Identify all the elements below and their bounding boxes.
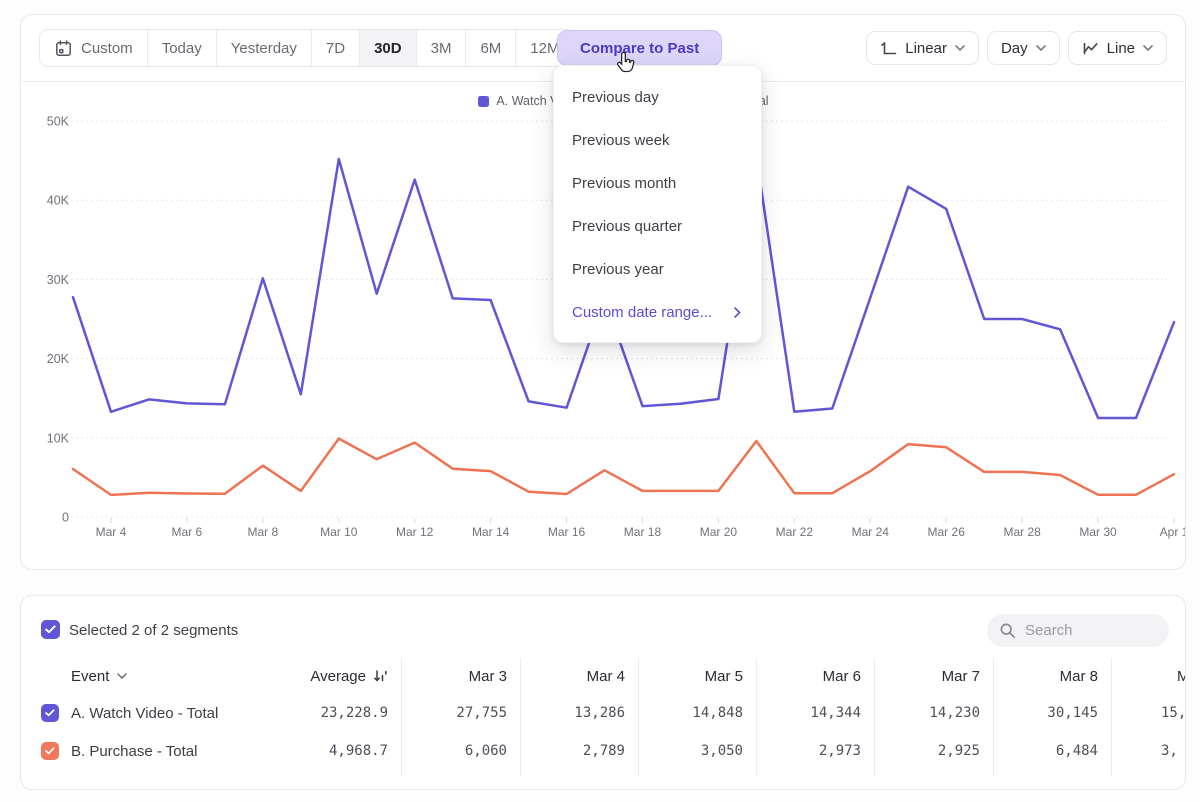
- menu-item-previous-year[interactable]: Previous year: [554, 248, 761, 291]
- column-header-mar-8[interactable]: Mar 8: [993, 668, 1111, 685]
- svg-text:Mar 16: Mar 16: [548, 525, 586, 539]
- check-icon: [45, 709, 55, 717]
- average-value: 23,228.9: [282, 705, 401, 721]
- compare-to-past-menu: Previous dayPrevious weekPrevious monthP…: [553, 65, 762, 343]
- value-cell: 13,286: [520, 705, 638, 721]
- svg-text:40K: 40K: [47, 194, 70, 208]
- column-header-average[interactable]: Average: [282, 668, 401, 685]
- column-separator: [638, 658, 639, 776]
- value-cell: 6,484: [993, 743, 1111, 759]
- svg-text:Mar 6: Mar 6: [172, 525, 203, 539]
- value-cell: 30,145: [993, 705, 1111, 721]
- svg-text:10K: 10K: [47, 431, 70, 445]
- svg-text:Mar 14: Mar 14: [472, 525, 510, 539]
- svg-text:20K: 20K: [47, 352, 70, 366]
- check-icon: [45, 747, 55, 755]
- check-icon: [45, 625, 56, 634]
- value-cell: 14,848: [638, 705, 756, 721]
- svg-text:Mar 4: Mar 4: [96, 525, 127, 539]
- segments-table-card: Selected 2 of 2 segments Event Average Mar…: [20, 595, 1186, 790]
- svg-text:Mar 18: Mar 18: [624, 525, 662, 539]
- value-cell: 6,060: [401, 743, 520, 759]
- svg-text:50K: 50K: [47, 115, 70, 129]
- value-cell: 14,230: [874, 705, 993, 721]
- svg-text:Mar 26: Mar 26: [928, 525, 966, 539]
- column-header-mar-4[interactable]: Mar 4: [520, 668, 638, 685]
- column-header-clipped: M: [1111, 668, 1186, 685]
- menu-item-previous-week[interactable]: Previous week: [554, 119, 761, 162]
- svg-text:Mar 12: Mar 12: [396, 525, 434, 539]
- chevron-down-icon: [117, 673, 127, 679]
- value-cell: 2,973: [756, 743, 874, 759]
- table-header-row: Event Average Mar 3Mar 4Mar 5Mar 6Mar 7Mar…: [21, 658, 1186, 694]
- analytics-dashboard: CustomTodayYesterday7D30D3M6M12M Compare…: [0, 0, 1200, 802]
- segment-checkbox[interactable]: [41, 742, 59, 760]
- value-cell: 27,755: [401, 705, 520, 721]
- column-separator: [993, 658, 994, 776]
- value-cell: 2,925: [874, 743, 993, 759]
- svg-text:Mar 22: Mar 22: [776, 525, 814, 539]
- svg-text:Mar 8: Mar 8: [247, 525, 278, 539]
- segment-name: A. Watch Video - Total: [71, 705, 218, 722]
- event-header-label: Event: [71, 668, 109, 685]
- selected-segments-text: Selected 2 of 2 segments: [69, 622, 238, 639]
- menu-item-custom-date-range[interactable]: Custom date range...: [554, 291, 761, 334]
- column-header-event[interactable]: Event: [21, 668, 282, 685]
- column-header-mar-5[interactable]: Mar 5: [638, 668, 756, 685]
- value-cell: 3,050: [638, 743, 756, 759]
- search-input[interactable]: [1025, 622, 1155, 639]
- legend-swatch: [478, 96, 489, 107]
- svg-text:Mar 24: Mar 24: [852, 525, 890, 539]
- segment-label-cell: A. Watch Video - Total: [21, 704, 282, 722]
- column-separator: [520, 658, 521, 776]
- clipped-value-cell: 3,: [1111, 743, 1186, 759]
- menu-item-previous-day[interactable]: Previous day: [554, 76, 761, 119]
- sort-descending-icon: [373, 669, 388, 683]
- svg-text:Mar 30: Mar 30: [1079, 525, 1117, 539]
- select-all-checkbox[interactable]: [41, 620, 60, 639]
- chevron-right-icon: [734, 307, 741, 318]
- svg-text:Apr 1: Apr 1: [1160, 525, 1186, 539]
- table-row: B. Purchase - Total 4,968.76,0602,7893,05…: [21, 732, 1186, 770]
- average-value: 4,968.7: [282, 743, 401, 759]
- segment-name: B. Purchase - Total: [71, 743, 197, 760]
- clipped-value-cell: 15,: [1111, 705, 1186, 721]
- column-separator: [874, 658, 875, 776]
- svg-text:30K: 30K: [47, 273, 70, 287]
- svg-text:Mar 28: Mar 28: [1003, 525, 1041, 539]
- average-header-label: Average: [310, 668, 366, 685]
- value-cell: 2,789: [520, 743, 638, 759]
- segments-header: Selected 2 of 2 segments: [21, 596, 1185, 652]
- svg-text:Mar 10: Mar 10: [320, 525, 358, 539]
- search-icon: [999, 622, 1016, 639]
- segments-table: Event Average Mar 3Mar 4Mar 5Mar 6Mar 7Mar…: [21, 658, 1186, 770]
- column-separator: [401, 658, 402, 776]
- svg-text:Mar 20: Mar 20: [700, 525, 738, 539]
- custom-date-range-label: Custom date range...: [572, 304, 712, 321]
- menu-item-previous-quarter[interactable]: Previous quarter: [554, 205, 761, 248]
- value-cell: 14,344: [756, 705, 874, 721]
- svg-text:0: 0: [62, 511, 69, 525]
- menu-item-previous-month[interactable]: Previous month: [554, 162, 761, 205]
- column-separator: [756, 658, 757, 776]
- table-row: A. Watch Video - Total 23,228.927,75513,2…: [21, 694, 1186, 732]
- column-header-mar-3[interactable]: Mar 3: [401, 668, 520, 685]
- segment-label-cell: B. Purchase - Total: [21, 742, 282, 760]
- column-header-mar-7[interactable]: Mar 7: [874, 668, 993, 685]
- column-separator: [1111, 658, 1112, 776]
- column-header-mar-6[interactable]: Mar 6: [756, 668, 874, 685]
- search-box[interactable]: [987, 614, 1169, 647]
- segment-checkbox[interactable]: [41, 704, 59, 722]
